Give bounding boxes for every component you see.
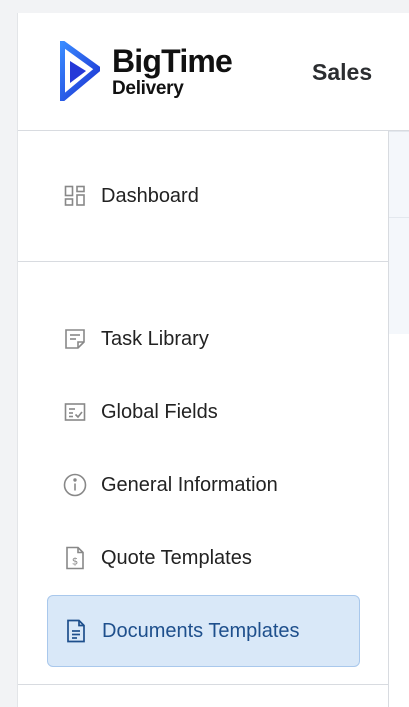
sidebar-item-global-fields[interactable]: Global Fields bbox=[47, 377, 359, 447]
task-library-icon bbox=[63, 327, 87, 351]
sidebar-item-label: Task Library bbox=[101, 327, 209, 350]
sidebar-item-documents-templates[interactable]: Documents Templates bbox=[47, 595, 360, 667]
sidebar-item-task-library[interactable]: Task Library bbox=[47, 304, 359, 374]
brand-subname: Delivery bbox=[112, 77, 184, 99]
main-content-edge bbox=[389, 131, 409, 334]
sidebar-divider bbox=[18, 261, 388, 262]
sidebar-item-label: Quote Templates bbox=[101, 546, 252, 569]
sidebar-item-general-information[interactable]: General Information bbox=[47, 450, 359, 520]
sidebar-item-dashboard[interactable]: Dashboard bbox=[47, 161, 359, 231]
bigtime-logo-icon bbox=[60, 41, 100, 101]
sidebar-item-label: Global Fields bbox=[101, 400, 218, 423]
sidebar: Dashboard Task Library Global Fields Gen… bbox=[18, 131, 389, 707]
brand-logo[interactable]: BigTime Delivery bbox=[60, 41, 233, 101]
dashboard-icon bbox=[63, 184, 87, 208]
brand-name: BigTime bbox=[112, 42, 233, 79]
document-icon bbox=[64, 619, 88, 643]
quote-document-icon: $ bbox=[63, 546, 87, 570]
sidebar-item-quote-templates[interactable]: $ Quote Templates bbox=[47, 523, 359, 593]
app-window: BigTime Delivery Sales Dashboard Task Li… bbox=[17, 13, 409, 707]
sidebar-divider bbox=[18, 684, 388, 685]
section-title[interactable]: Sales bbox=[312, 59, 372, 86]
svg-text:$: $ bbox=[72, 557, 78, 568]
global-fields-icon bbox=[63, 400, 87, 424]
sidebar-item-label: General Information bbox=[101, 473, 278, 496]
sidebar-item-label: Documents Templates bbox=[102, 619, 300, 642]
info-icon bbox=[63, 473, 87, 497]
sidebar-item-label: Dashboard bbox=[101, 184, 199, 207]
app-header: BigTime Delivery Sales bbox=[18, 13, 409, 131]
